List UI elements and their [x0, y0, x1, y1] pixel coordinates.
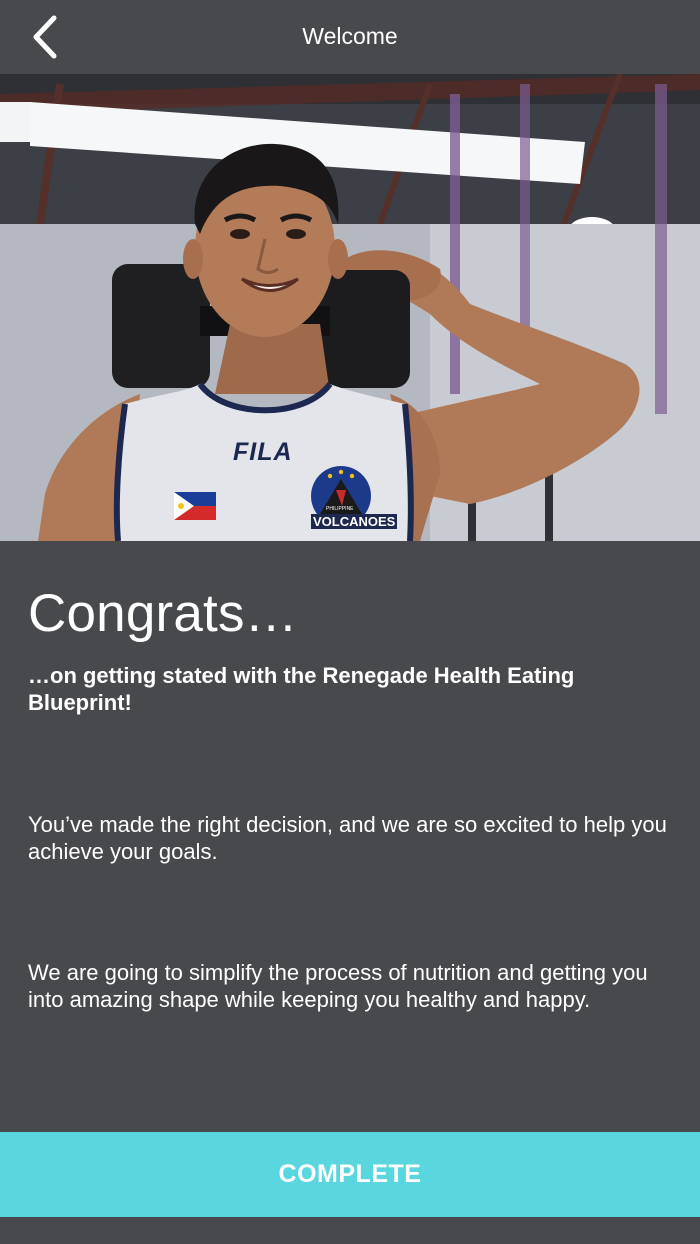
subheading: …on getting stated with the Renegade Hea… [28, 663, 575, 715]
complete-button[interactable]: COMPLETE [0, 1132, 700, 1217]
congrats-heading: Congrats… [28, 584, 298, 643]
badge-text: VOLCANOES [311, 514, 398, 529]
intro-paragraph-2: We are going to simplify the process of … [28, 960, 648, 1012]
intro-paragraph-1: You’ve made the right decision, and we a… [28, 812, 667, 864]
hero-image: FILA PHILIPPINE VOLCANOES [0, 74, 700, 541]
page-title: Welcome [302, 23, 398, 49]
jersey-brand-text: FILA [233, 438, 293, 466]
top-bar: Welcome [0, 0, 700, 74]
badge-small-text: PHILIPPINE [326, 506, 354, 512]
